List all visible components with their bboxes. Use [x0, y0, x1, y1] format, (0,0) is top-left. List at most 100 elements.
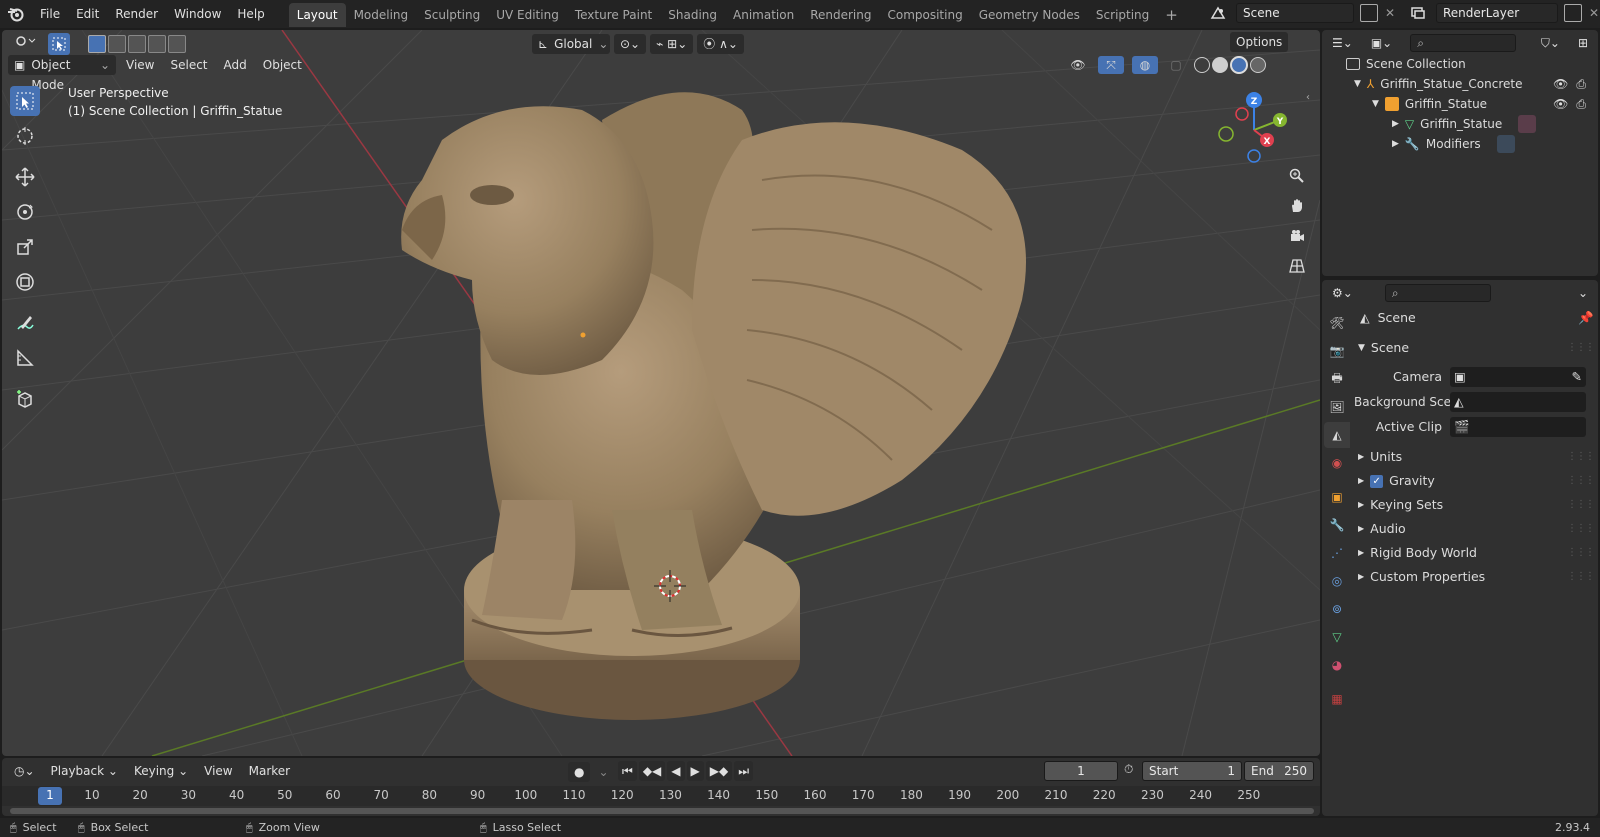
- drag-handle-icon[interactable]: ⋮⋮⋮: [1567, 336, 1595, 360]
- modifier-icon[interactable]: [1496, 135, 1515, 153]
- scale-tool-icon[interactable]: [10, 232, 40, 262]
- jump-start-icon[interactable]: ⏮: [618, 761, 637, 781]
- select-intersect-icon[interactable]: [168, 35, 186, 53]
- tab-compositing[interactable]: Compositing: [879, 3, 970, 27]
- sidebar-toggle-icon[interactable]: ‹: [1306, 92, 1310, 103]
- pin-icon[interactable]: 📌: [1578, 306, 1594, 330]
- wireframe-shading-icon[interactable]: [1194, 57, 1210, 73]
- visibility-eye-icon[interactable]: 👁: [1066, 58, 1090, 72]
- visibility-eye-icon[interactable]: 👁: [1553, 74, 1568, 94]
- drag-handle-icon[interactable]: ⋮⋮⋮: [1567, 493, 1595, 517]
- constraints-tab-icon[interactable]: ⊚: [1324, 596, 1350, 622]
- timeline-menu-keying[interactable]: Keying ⌄: [128, 761, 194, 781]
- copy-view-layer-icon[interactable]: [1564, 4, 1582, 22]
- tool-tab-icon[interactable]: 🛠: [1324, 310, 1350, 336]
- material-tab-icon[interactable]: ◕: [1324, 652, 1350, 678]
- select-subtract-icon[interactable]: [128, 35, 146, 53]
- editor-type-icon[interactable]: [8, 34, 42, 54]
- zoom-icon[interactable]: [1284, 163, 1310, 189]
- play-icon[interactable]: ▶: [686, 761, 704, 781]
- cursor-tool-icon[interactable]: [10, 121, 40, 151]
- section-gravity[interactable]: ▶ ✓ Gravity ⋮⋮⋮: [1354, 469, 1595, 493]
- tab-layout[interactable]: Layout: [288, 3, 346, 27]
- drag-handle-icon[interactable]: ⋮⋮⋮: [1567, 565, 1595, 589]
- filter-icon[interactable]: ⛉⌄: [1535, 33, 1566, 53]
- viewport-menu-select[interactable]: Select: [164, 55, 213, 75]
- close-view-layer-icon[interactable]: ✕: [1586, 6, 1600, 20]
- 3d-viewport[interactable]: ⊾ Global ⌄ ⊙⌄ ⌁ ⊞⌄ ⦿ ∧⌄ Options ▣ Object…: [2, 30, 1320, 756]
- mode-dropdown[interactable]: ▣ Object Mode ⌄: [8, 55, 116, 92]
- view-layer-icon[interactable]: [1404, 3, 1432, 23]
- gravity-checkbox[interactable]: ✓: [1370, 474, 1384, 488]
- prev-keyframe-icon[interactable]: ◆◀: [638, 761, 666, 781]
- outliner-editor[interactable]: ☰⌄ ▣⌄ ⌕ ⛉⌄ ⊞ Scene Collection ▼ ⅄ Griffi…: [1322, 30, 1598, 276]
- eyedropper-icon[interactable]: ✎: [1572, 365, 1582, 389]
- use-preview-range-icon[interactable]: ⏱: [1124, 762, 1133, 777]
- object-tab-icon[interactable]: ▣: [1324, 484, 1350, 510]
- tab-shading[interactable]: Shading: [660, 3, 725, 27]
- drag-handle-icon[interactable]: ⋮⋮⋮: [1567, 469, 1595, 493]
- outliner-row-concrete[interactable]: ▼ ⅄ Griffin_Statue_Concrete 👁 ⎙: [1322, 74, 1598, 94]
- ortho-grid-icon[interactable]: [1284, 253, 1310, 279]
- orientation-dropdown[interactable]: ⊾ Global ⌄: [532, 34, 610, 54]
- display-mode-icon[interactable]: ▣⌄: [1365, 33, 1398, 53]
- properties-search-input[interactable]: ⌕: [1384, 284, 1491, 302]
- properties-editor[interactable]: ⚙⌄ ⌕ ⌄ 🛠 📷 🖶 🖼 ◭ ◉ ▣ 🔧 ⋰ ◎ ⊚ ▽ ◕ ▦ ◭ Sce…: [1322, 280, 1598, 816]
- drag-handle-icon[interactable]: ⋮⋮⋮: [1567, 541, 1595, 565]
- render-camera-icon[interactable]: ⎙: [1576, 94, 1586, 114]
- select-tool-icon[interactable]: [48, 33, 70, 55]
- play-reverse-icon[interactable]: ◀: [667, 761, 685, 781]
- add-cube-tool-icon[interactable]: [10, 384, 40, 414]
- overlays-toggle-icon[interactable]: ◍: [1132, 56, 1158, 74]
- tab-texture-paint[interactable]: Texture Paint: [567, 3, 660, 27]
- current-frame-field[interactable]: 1: [1044, 761, 1118, 781]
- outliner-row-griffin-object[interactable]: ▼ Griffin_Statue 👁 ⎙: [1322, 94, 1598, 114]
- section-units[interactable]: ▶ Units ⋮⋮⋮: [1354, 445, 1595, 469]
- pivot-point-icon[interactable]: ⊙⌄: [614, 34, 647, 54]
- xray-toggle-icon[interactable]: ▢: [1166, 58, 1186, 72]
- active-clip-field[interactable]: 🎬: [1450, 416, 1586, 437]
- background-scene-field[interactable]: ◭: [1450, 391, 1586, 412]
- world-tab-icon[interactable]: ◉: [1324, 450, 1350, 476]
- view-layer-field[interactable]: RenderLayer: [1436, 3, 1558, 23]
- expand-arrow-icon[interactable]: ▶: [1392, 114, 1399, 134]
- data-tab-icon[interactable]: ▽: [1324, 624, 1350, 650]
- tab-rendering[interactable]: Rendering: [802, 3, 879, 27]
- timeline-menu-view[interactable]: View: [198, 761, 238, 781]
- navigation-gizmo[interactable]: Z Y X: [1212, 88, 1296, 172]
- particles-tab-icon[interactable]: ⋰: [1324, 540, 1350, 566]
- tab-sculpting[interactable]: Sculpting: [416, 3, 488, 27]
- material-icon[interactable]: [1518, 115, 1537, 133]
- tab-modeling[interactable]: Modeling: [346, 3, 417, 27]
- jump-end-icon[interactable]: ⏭: [734, 761, 754, 781]
- section-rigid-body-world[interactable]: ▶ Rigid Body World ⋮⋮⋮: [1354, 541, 1595, 565]
- render-tab-icon[interactable]: 📷: [1324, 338, 1350, 364]
- tab-animation[interactable]: Animation: [725, 3, 802, 27]
- proportional-edit-icon[interactable]: ⦿ ∧⌄: [697, 34, 744, 54]
- tab-geometry-nodes[interactable]: Geometry Nodes: [971, 3, 1088, 27]
- camera-field[interactable]: ▣ ✎: [1450, 365, 1586, 389]
- menu-file[interactable]: File: [32, 0, 68, 28]
- timeline-scrollbar[interactable]: [10, 808, 1314, 814]
- end-frame-field[interactable]: End 250: [1244, 761, 1314, 781]
- griffin-statue[interactable]: [401, 92, 1026, 720]
- view-layer-tab-icon[interactable]: 🖼: [1324, 394, 1350, 420]
- next-keyframe-icon[interactable]: ▶◆: [705, 761, 733, 781]
- new-collection-icon[interactable]: ⊞: [1572, 33, 1594, 53]
- timeline-editor[interactable]: ◷⌄ Playback ⌄ Keying ⌄ View Marker ● ⌄ ⏮…: [2, 758, 1320, 816]
- move-tool-icon[interactable]: [10, 162, 40, 192]
- scene-tab-icon[interactable]: ◭: [1324, 422, 1350, 448]
- snap-icon[interactable]: ⌁ ⊞⌄: [650, 34, 694, 54]
- options-button[interactable]: Options: [1230, 32, 1289, 52]
- rendered-shading-icon[interactable]: [1250, 57, 1266, 73]
- select-new-icon[interactable]: [88, 35, 106, 53]
- timeline-editor-type-icon[interactable]: ◷⌄: [8, 761, 41, 781]
- tab-uv-editing[interactable]: UV Editing: [488, 3, 567, 27]
- select-invert-icon[interactable]: [148, 35, 166, 53]
- transform-tool-icon[interactable]: [10, 267, 40, 297]
- scene-panel-header[interactable]: ▼ Scene ⋮⋮⋮: [1354, 336, 1595, 360]
- timeline-menu-playback[interactable]: Playback ⌄: [45, 761, 124, 781]
- expand-arrow-icon[interactable]: ▼: [1372, 94, 1379, 114]
- scene-name-field[interactable]: Scene: [1236, 3, 1354, 23]
- menu-edit[interactable]: Edit: [68, 0, 107, 28]
